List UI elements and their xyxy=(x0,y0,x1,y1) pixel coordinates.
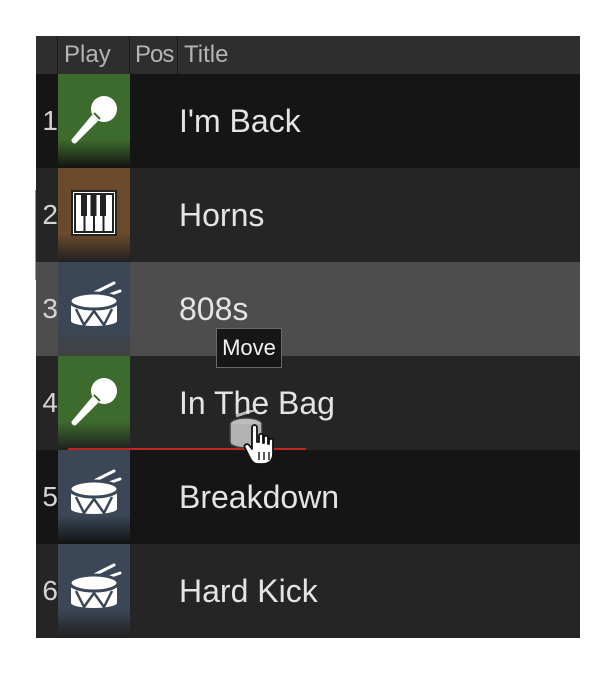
track-number: 2 xyxy=(42,199,58,230)
track-row[interactable]: 1 I'm Back xyxy=(36,74,580,168)
track-number: 6 xyxy=(42,575,58,606)
drum-icon xyxy=(64,559,124,624)
track-title: Horns xyxy=(179,197,265,233)
track-row[interactable]: 4 In The Bag xyxy=(36,356,580,450)
header-title[interactable]: Title xyxy=(178,36,580,74)
track-title: Hard Kick xyxy=(179,573,318,609)
track-thumbnail[interactable] xyxy=(58,356,130,450)
track-number: 1 xyxy=(42,105,58,136)
track-number: 4 xyxy=(42,387,58,418)
track-title: I'm Back xyxy=(179,103,301,139)
header-pos[interactable]: Pos xyxy=(130,36,178,74)
track-row[interactable]: 3 808s xyxy=(36,262,580,356)
drum-icon xyxy=(64,277,124,342)
move-tooltip: Move xyxy=(216,328,282,368)
header-number xyxy=(36,36,58,74)
track-row[interactable]: 2 Horns xyxy=(36,168,580,262)
track-thumbnail[interactable] xyxy=(58,168,130,262)
piano-keys-icon xyxy=(69,188,119,243)
drum-icon xyxy=(64,465,124,530)
track-row[interactable]: 6 Hard Kick xyxy=(36,544,580,638)
microphone-icon xyxy=(66,373,122,434)
track-number: 3 xyxy=(42,293,58,324)
microphone-icon xyxy=(66,91,122,152)
track-list-panel: Play Pos Title 1 I'm Back 2 Horns 3 808s… xyxy=(36,36,580,638)
track-number: 5 xyxy=(42,481,58,512)
column-header: Play Pos Title xyxy=(36,36,580,74)
track-thumbnail[interactable] xyxy=(58,262,130,356)
drag-ghost xyxy=(226,406,278,468)
header-play[interactable]: Play xyxy=(58,36,130,74)
track-thumbnail[interactable] xyxy=(58,544,130,638)
track-thumbnail[interactable] xyxy=(58,74,130,168)
track-row[interactable]: 5 Breakdown xyxy=(36,450,580,544)
track-thumbnail[interactable] xyxy=(58,450,130,544)
